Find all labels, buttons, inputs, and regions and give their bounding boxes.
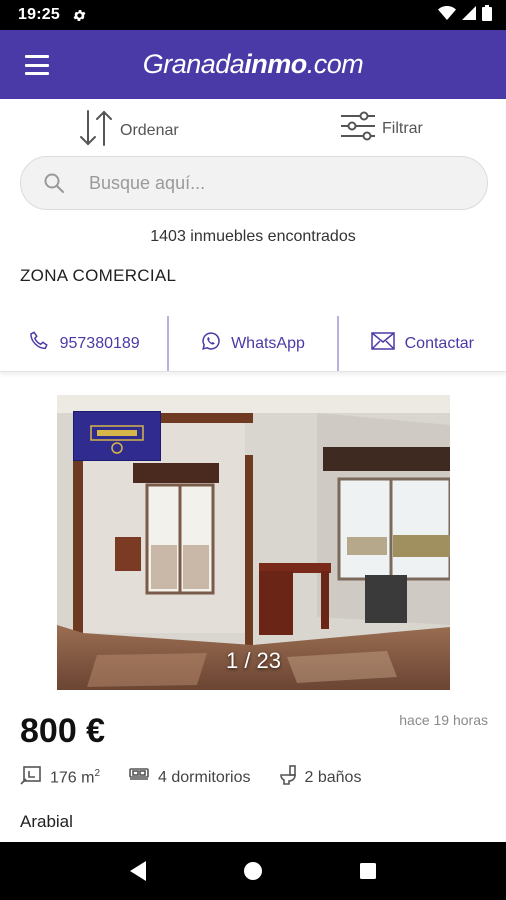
phone-icon bbox=[28, 330, 50, 357]
feature-area: 176 m2 bbox=[20, 765, 100, 790]
bedrooms-value: 4 dormitorios bbox=[158, 768, 251, 786]
envelope-icon bbox=[370, 332, 395, 355]
back-icon[interactable] bbox=[118, 851, 158, 891]
agency-zone-title[interactable]: ZONA COMERCIAL bbox=[20, 266, 176, 286]
feature-bedrooms: 4 dormitorios bbox=[128, 767, 251, 788]
logo-text-regular: Granada bbox=[142, 49, 245, 79]
home-icon[interactable] bbox=[233, 851, 273, 891]
photo-counter: 1 / 23 bbox=[225, 648, 282, 673]
whatsapp-icon bbox=[201, 331, 221, 356]
contact-label: Contactar bbox=[404, 334, 474, 352]
area-value: 176 m bbox=[50, 769, 95, 787]
logo-text-bold: inmo bbox=[244, 49, 307, 79]
listing-photo[interactable]: 1 / 23 bbox=[57, 395, 450, 690]
sort-label: Ordenar bbox=[120, 121, 179, 139]
filter-label: Filtrar bbox=[382, 119, 423, 137]
results-count: 1403 inmuebles encontrados bbox=[150, 228, 356, 245]
area-icon bbox=[20, 765, 42, 790]
app-logo: Granadainmo.com bbox=[0, 49, 506, 80]
phone-button[interactable]: 957380189 bbox=[0, 316, 167, 371]
contact-button[interactable]: Contactar bbox=[339, 316, 506, 371]
search-bar[interactable] bbox=[20, 156, 488, 210]
system-nav-bar bbox=[0, 842, 506, 900]
search-icon bbox=[43, 172, 65, 194]
toolbar: Ordenar Filtrar bbox=[0, 99, 506, 157]
settings-gear-icon bbox=[72, 8, 87, 23]
wifi-icon bbox=[438, 5, 456, 25]
status-bar: 19:25 bbox=[0, 0, 506, 30]
toilet-icon bbox=[279, 764, 297, 791]
status-time: 19:25 bbox=[18, 6, 60, 23]
bathrooms-value: 2 baños bbox=[304, 768, 362, 786]
posted-time: hace 19 horas bbox=[399, 712, 488, 728]
contact-bar: 957380189 WhatsApp Contactar bbox=[0, 316, 506, 372]
whatsapp-button[interactable]: WhatsApp bbox=[167, 316, 339, 371]
whatsapp-label: WhatsApp bbox=[231, 334, 305, 352]
logo-text-suffix: .com bbox=[306, 49, 364, 79]
feature-bathrooms: 2 baños bbox=[279, 764, 362, 791]
phone-number: 957380189 bbox=[59, 334, 140, 352]
agency-logo-badge bbox=[73, 411, 161, 461]
sort-button[interactable]: Ordenar bbox=[78, 109, 179, 152]
listing-location: Arabial bbox=[20, 812, 73, 831]
app-bar: Granadainmo.com bbox=[0, 30, 506, 99]
sort-arrows-icon bbox=[78, 109, 114, 152]
area-unit-exponent: 2 bbox=[94, 767, 101, 779]
recents-icon[interactable] bbox=[348, 851, 388, 891]
search-input[interactable] bbox=[89, 172, 449, 194]
listing-price: 800 € bbox=[20, 712, 106, 750]
filter-button[interactable]: Filtrar bbox=[340, 111, 423, 146]
bed-icon bbox=[128, 767, 150, 788]
status-icons bbox=[438, 4, 492, 26]
filter-sliders-icon bbox=[340, 111, 376, 146]
battery-icon bbox=[482, 4, 492, 26]
signal-icon bbox=[462, 5, 476, 25]
listing-features: 176 m2 4 dormitorios 2 baños bbox=[20, 764, 389, 791]
